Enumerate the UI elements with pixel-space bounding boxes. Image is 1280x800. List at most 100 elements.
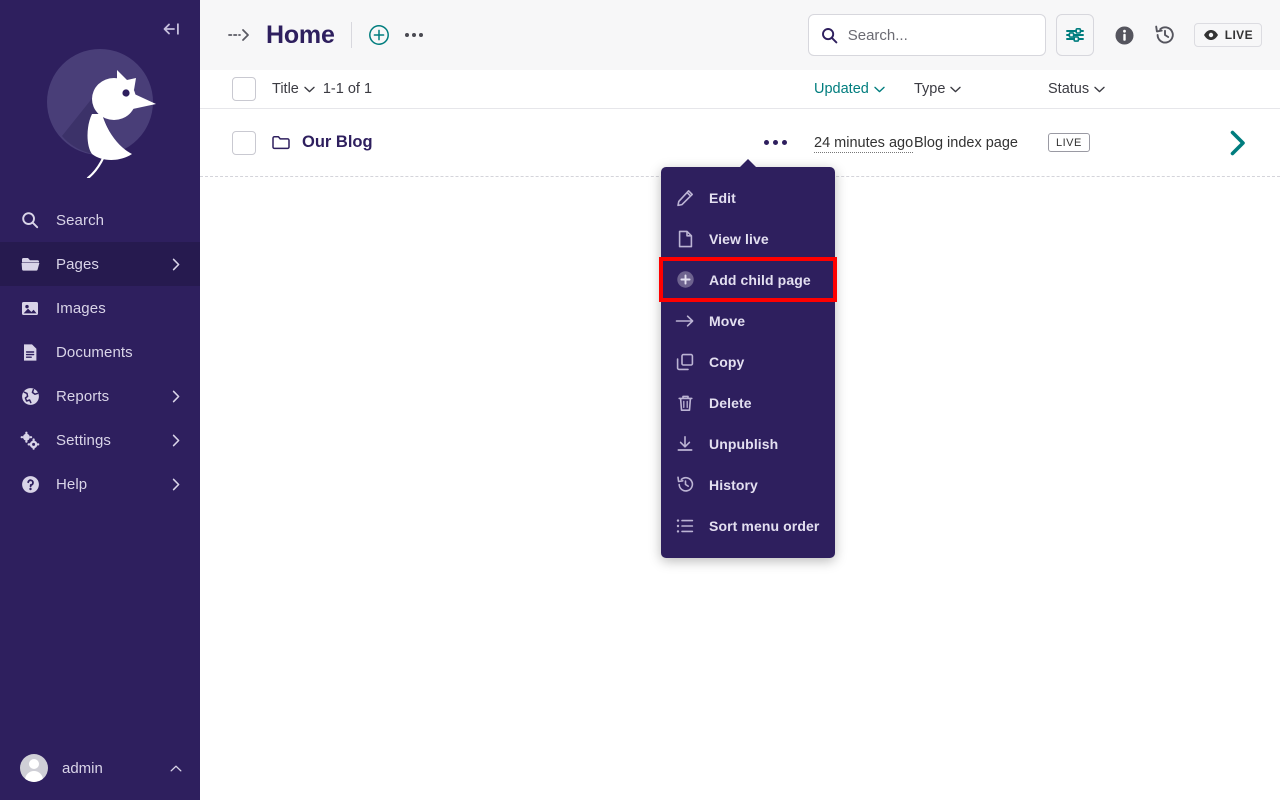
column-status: Status (1048, 81, 1196, 97)
chevron-up-icon (170, 762, 182, 774)
user-account-button[interactable]: admin (0, 736, 200, 800)
row-updated[interactable]: 24 minutes ago (814, 135, 913, 153)
list-icon (675, 516, 695, 536)
live-preview-button[interactable]: LIVE (1194, 23, 1262, 47)
sidebar-item-reports[interactable]: Reports (0, 374, 200, 418)
menu-item-label: Sort menu order (709, 518, 819, 534)
sort-by-status-button[interactable]: Status (1048, 81, 1196, 97)
page-link[interactable]: Our Blog (272, 133, 373, 152)
sidebar: Search Pages (0, 0, 200, 800)
row-type-cell: Blog index page (914, 134, 1048, 152)
sidebar-item-help[interactable]: Help (0, 462, 200, 506)
row-more-actions-button[interactable] (758, 129, 792, 157)
history-button[interactable] (1148, 18, 1182, 52)
sidebar-nav: Search Pages (0, 198, 200, 506)
column-status-label: Status (1048, 81, 1089, 97)
sidebar-item-label: Search (56, 212, 182, 229)
menu-item-add-child-page[interactable]: Add child page (661, 259, 835, 300)
menu-item-label: Copy (709, 354, 744, 370)
column-title-label: Title (272, 81, 299, 97)
page-header: Home (200, 0, 1280, 70)
view-children-button[interactable] (1228, 129, 1248, 157)
sidebar-item-search[interactable]: Search (0, 198, 200, 242)
wagtail-admin-app: Search Pages (0, 0, 1280, 800)
page-actions-dropdown: Edit View live Add chi (661, 167, 835, 558)
table-header-row: Title 1-1 of 1 Updated (200, 70, 1280, 109)
row-updated-cell: 24 minutes ago (814, 134, 914, 152)
sort-by-title-button[interactable]: Title (272, 81, 315, 97)
search-box[interactable] (808, 14, 1046, 56)
row-children-cell (1196, 129, 1280, 157)
page-title: Home (266, 21, 335, 50)
info-button[interactable] (1108, 18, 1142, 52)
column-updated-label: Updated (814, 81, 869, 97)
sort-by-type-button[interactable]: Type (914, 81, 1048, 97)
sidebar-item-pages[interactable]: Pages (0, 242, 200, 286)
menu-item-copy[interactable]: Copy (661, 341, 835, 382)
chevron-right-icon (170, 258, 182, 270)
add-page-button[interactable] (368, 24, 390, 46)
menu-item-sort-menu-order[interactable]: Sort menu order (661, 505, 835, 546)
menu-item-unpublish[interactable]: Unpublish (661, 423, 835, 464)
wagtail-bird-logo (24, 26, 176, 178)
sidebar-item-label: Images (56, 300, 182, 317)
search-input[interactable] (848, 27, 1033, 44)
sidebar-item-settings[interactable]: Settings (0, 418, 200, 462)
history-icon (675, 475, 695, 495)
document-icon (20, 342, 40, 362)
chevron-down-icon (304, 86, 315, 93)
menu-item-label: Move (709, 313, 745, 329)
status-badge[interactable]: LIVE (1048, 133, 1090, 152)
header-more-actions-button[interactable] (402, 24, 426, 46)
column-updated: Updated (814, 81, 914, 97)
menu-item-label: View live (709, 231, 769, 247)
ellipsis-icon (764, 140, 769, 145)
sidebar-item-images[interactable]: Images (0, 286, 200, 330)
image-icon (20, 298, 40, 318)
main-content: Home (200, 0, 1280, 800)
globe-icon (20, 386, 40, 406)
menu-item-label: Add child page (709, 272, 811, 288)
download-icon (675, 434, 695, 454)
menu-item-view-live[interactable]: View live (661, 218, 835, 259)
menu-item-label: History (709, 477, 758, 493)
sidebar-collapse-button[interactable] (158, 15, 186, 43)
filters-button[interactable] (1056, 14, 1094, 56)
circle-plus-icon (368, 24, 390, 46)
gear-icon (20, 430, 40, 450)
column-title: Title 1-1 of 1 (272, 81, 814, 97)
select-all-checkbox[interactable] (232, 77, 256, 101)
eye-icon (1203, 29, 1219, 41)
sidebar-item-label: Reports (56, 388, 170, 405)
help-icon (20, 474, 40, 494)
chevron-right-icon (170, 478, 182, 490)
chevron-right-icon (1228, 129, 1248, 157)
menu-item-history[interactable]: History (661, 464, 835, 505)
pencil-icon (675, 188, 695, 208)
sidebar-item-documents[interactable]: Documents (0, 330, 200, 374)
menu-item-delete[interactable]: Delete (661, 382, 835, 423)
breadcrumb-expand-arrow-icon (228, 28, 252, 42)
row-checkbox[interactable] (232, 131, 256, 155)
row-title: Our Blog (302, 133, 373, 152)
user-name: admin (62, 760, 170, 777)
history-icon (1154, 24, 1176, 46)
header-divider (351, 22, 352, 48)
menu-item-move[interactable]: Move (661, 300, 835, 341)
sidebar-item-label: Documents (56, 344, 182, 361)
folder-icon (272, 135, 290, 150)
circle-plus-icon (675, 270, 695, 290)
result-count: 1-1 of 1 (323, 81, 372, 97)
search-icon (821, 27, 838, 44)
menu-item-edit[interactable]: Edit (661, 177, 835, 218)
copy-icon (675, 352, 695, 372)
collapse-left-icon (162, 20, 182, 38)
breadcrumb-expand-button[interactable] (228, 25, 254, 45)
row-type: Blog index page (914, 135, 1018, 151)
chevron-down-icon (950, 86, 961, 93)
filters-sliders-icon (1065, 26, 1085, 44)
folder-icon (20, 254, 40, 274)
menu-item-label: Unpublish (709, 436, 778, 452)
sort-by-updated-button[interactable]: Updated (814, 81, 914, 97)
arrow-right-icon (675, 311, 695, 331)
